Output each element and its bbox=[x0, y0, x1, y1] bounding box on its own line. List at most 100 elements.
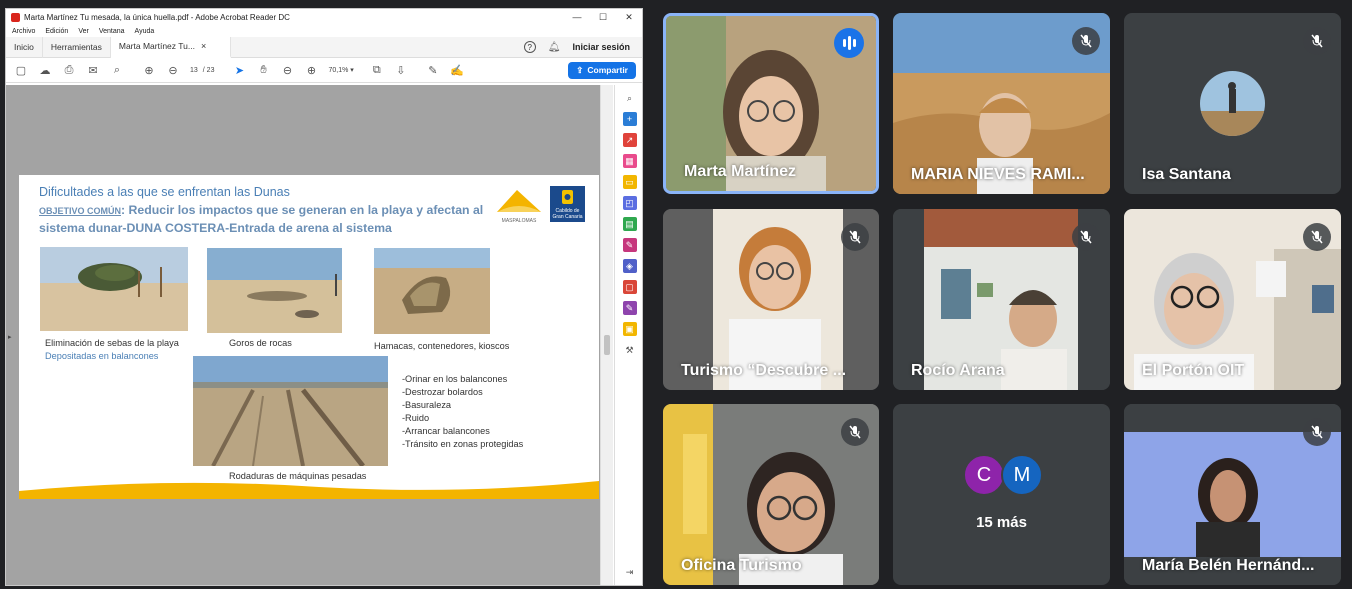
scroll-mode-icon[interactable]: ⇩ bbox=[394, 63, 408, 77]
avatar-letter: C bbox=[976, 463, 992, 486]
participant-tile[interactable]: Turismo “Descubre ... bbox=[663, 209, 879, 390]
participant-tile[interactable]: Marta Martínez bbox=[663, 13, 879, 194]
protect-icon[interactable]: ◈ bbox=[622, 259, 637, 273]
page-total: / 23 bbox=[202, 66, 215, 74]
mic-off-icon bbox=[1072, 223, 1100, 251]
print-icon[interactable]: ⎙ bbox=[62, 63, 76, 77]
participant-name: Turismo “Descubre ... bbox=[681, 362, 847, 379]
participant-tile[interactable]: MARIA NIEVES RAMI... bbox=[893, 13, 1110, 194]
speaking-indicator-icon bbox=[834, 28, 864, 58]
tab-close-icon[interactable]: × bbox=[201, 41, 206, 51]
caption-photo1-sub: Depositadas en balancones bbox=[45, 351, 159, 361]
mic-off-icon bbox=[1303, 223, 1331, 251]
participant-tile[interactable]: Isa Santana bbox=[1124, 13, 1341, 194]
more-participants-tile[interactable]: C M 15 más bbox=[893, 404, 1110, 585]
cursor-icon[interactable]: ➤ bbox=[232, 63, 246, 77]
list-item: -Tránsito en zonas protegidas bbox=[402, 439, 524, 449]
save-icon[interactable]: ▢ bbox=[14, 63, 28, 77]
slide-footer-wave bbox=[19, 481, 599, 499]
participant-name: Rocío Arana bbox=[911, 362, 1005, 379]
pdf-file-icon[interactable]: ▢ bbox=[622, 280, 637, 294]
share-button[interactable]: ⇪ Compartir bbox=[568, 61, 636, 79]
menu-edicion[interactable]: Edición bbox=[45, 28, 68, 35]
slide-title: Dificultades a las que se enfrentan las … bbox=[39, 185, 290, 199]
zoom-value: 70,1% bbox=[328, 67, 349, 74]
more-tools-icon[interactable]: ⚒ bbox=[623, 343, 637, 357]
caption-photo1: Eliminación de sebas de la playa bbox=[45, 338, 179, 348]
create-pdf-icon[interactable]: + bbox=[622, 112, 637, 126]
zoom-select[interactable]: 70,1% ▾ bbox=[328, 66, 353, 74]
pdf-page: Dificultades a las que se enfrentan las … bbox=[19, 175, 599, 499]
comment-tool-icon[interactable]: ▭ bbox=[622, 175, 637, 189]
logo1-text: MASPALOMAS bbox=[501, 218, 537, 224]
maximize-icon[interactable]: ☐ bbox=[590, 12, 616, 23]
minimize-icon[interactable]: — bbox=[564, 12, 590, 23]
bell-icon[interactable]: 🔔︎ bbox=[548, 42, 561, 53]
share-icon: ⇪ bbox=[576, 64, 584, 75]
tab-label: Inicio bbox=[14, 42, 34, 52]
menu-bar: Archivo Edición Ver Ventana Ayuda bbox=[6, 26, 642, 37]
search-icon[interactable]: ⌕ bbox=[110, 63, 124, 77]
sign-icon[interactable]: ✍ bbox=[450, 63, 464, 77]
toolbar: ▢ ☁ ⎙ ✉ ⌕ ⊕ ⊖ 13 / 23 ➤ ✋︎ ⊖ ⊕ 70,1% ▾ ⧉… bbox=[6, 58, 642, 83]
hand-tool-icon[interactable]: ✋︎ bbox=[256, 63, 270, 77]
list-item: -Destrozar bolardos bbox=[402, 387, 483, 397]
menu-archivo[interactable]: Archivo bbox=[12, 28, 35, 35]
participant-tile[interactable]: Oficina Turismo bbox=[663, 404, 879, 585]
slide-objective: OBJETIVO COMÚN: Reducir los impactos que… bbox=[39, 202, 484, 237]
upload-cloud-icon[interactable]: ☁ bbox=[38, 63, 52, 77]
participant-name: Oficina Turismo bbox=[681, 557, 802, 574]
tab-herramientas[interactable]: Herramientas bbox=[43, 36, 111, 58]
list-item: -Ruido bbox=[402, 413, 430, 423]
left-panel-toggle-icon[interactable]: ▸ bbox=[8, 333, 12, 341]
close-icon[interactable]: ✕ bbox=[616, 12, 642, 23]
page-current-input[interactable]: 13 bbox=[190, 67, 198, 74]
zoom-out-icon[interactable]: ⊖ bbox=[280, 63, 294, 77]
vertical-scrollbar[interactable] bbox=[600, 85, 613, 585]
mic-off-icon bbox=[1303, 418, 1331, 446]
stamp-icon[interactable]: ▣ bbox=[622, 322, 637, 336]
participant-tile[interactable]: María Belén Hernánd... bbox=[1124, 404, 1341, 585]
tools-panel: ⌕ + ↗ ▦ ▭ ◰ ▤ ✎ ◈ ▢ ✎ ▣ ⚒ ⇥ bbox=[614, 85, 642, 585]
tab-label: Marta Martínez Tu... bbox=[118, 41, 195, 51]
document-area[interactable]: ▸ Dificultades a las que se enfrentan la… bbox=[6, 85, 613, 585]
scan-icon[interactable]: ◰ bbox=[622, 196, 637, 210]
export-pdf-icon[interactable]: ↗ bbox=[622, 133, 637, 147]
help-icon[interactable]: ? bbox=[523, 41, 536, 53]
fit-page-icon[interactable]: ⧉ bbox=[370, 63, 384, 77]
zoom-in-icon[interactable]: ⊕ bbox=[304, 63, 318, 77]
compress-icon[interactable]: ▤ bbox=[622, 217, 637, 231]
participant-tile[interactable]: Rocío Arana bbox=[893, 209, 1110, 390]
mic-off-icon bbox=[841, 418, 869, 446]
more-count: 15 más bbox=[976, 514, 1027, 531]
page-down-icon[interactable]: ⊖ bbox=[166, 63, 180, 77]
menu-ver[interactable]: Ver bbox=[78, 28, 89, 35]
login-button[interactable]: Iniciar sesión bbox=[572, 42, 630, 52]
list-item: -Arrancar balancones bbox=[402, 426, 490, 436]
page-up-icon[interactable]: ⊕ bbox=[142, 63, 156, 77]
acrobat-app-icon bbox=[11, 13, 20, 22]
email-icon[interactable]: ✉ bbox=[86, 63, 100, 77]
avatar-m: M bbox=[1001, 454, 1043, 496]
edit-pdf-icon[interactable]: ✎ bbox=[622, 301, 637, 315]
menu-ventana[interactable]: Ventana bbox=[99, 28, 125, 35]
organize-pages-icon[interactable]: ▦ bbox=[622, 154, 637, 168]
avatar-c: C bbox=[963, 454, 1005, 496]
photo-machine-tracks bbox=[193, 356, 388, 466]
avatar-letter: M bbox=[1013, 463, 1031, 486]
caption-photo3: Hamacas, contenedores, kioscos bbox=[374, 341, 510, 351]
page-indicator: 13 / 23 bbox=[190, 67, 214, 74]
collapse-panel-icon[interactable]: ⇥ bbox=[623, 565, 637, 579]
fill-sign-icon[interactable]: ✎ bbox=[622, 238, 637, 252]
tab-document[interactable]: Marta Martínez Tu... × bbox=[110, 36, 231, 58]
scrollbar-thumb[interactable] bbox=[604, 335, 610, 355]
menu-ayuda[interactable]: Ayuda bbox=[135, 28, 155, 35]
participant-tile[interactable]: El Portón OIT bbox=[1124, 209, 1341, 390]
mic-off-icon bbox=[1072, 27, 1100, 55]
search-tool-icon[interactable]: ⌕ bbox=[623, 91, 637, 105]
objective-label: OBJETIVO COMÚN bbox=[39, 206, 122, 216]
mic-off-icon bbox=[841, 223, 869, 251]
logo2-text: Cabildo de Gran Canaria bbox=[552, 208, 583, 220]
comment-icon[interactable]: ✎ bbox=[426, 63, 440, 77]
tab-inicio[interactable]: Inicio bbox=[6, 36, 43, 58]
